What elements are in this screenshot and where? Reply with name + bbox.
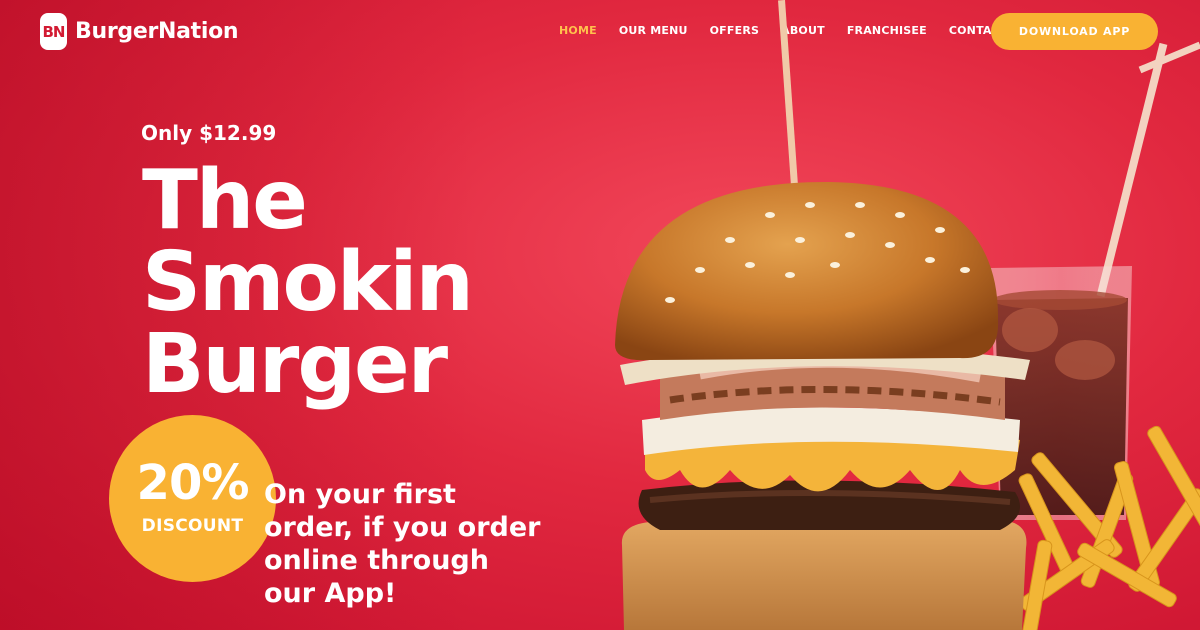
discount-value: 20%: [136, 455, 250, 511]
discount-label: DISCOUNT: [141, 516, 244, 536]
brand-logo[interactable]: BN BurgerNation: [40, 13, 239, 50]
headline-line: Smokin: [142, 235, 474, 330]
promo-line: On your first: [264, 479, 456, 510]
promo-line: online through: [264, 545, 489, 576]
promo-line: order, if you order: [264, 512, 541, 543]
logo-mark-icon: BN: [40, 13, 67, 50]
brand-name: BurgerNation: [75, 19, 239, 44]
price-tag: Only $12.99: [141, 121, 277, 145]
headline-line: Burger: [142, 317, 448, 412]
hero-section: BN BurgerNation HOME OUR MENU OFFERS ABO…: [0, 0, 1200, 630]
skewer-icon: [778, 0, 799, 200]
promo-text: On your first order, if you order online…: [264, 478, 564, 610]
promo-line: our App!: [264, 578, 397, 609]
burger-and-drink-image: [615, 0, 1200, 630]
hero-headline: The Smokin Burger: [142, 153, 474, 412]
discount-badge: 20% DISCOUNT: [109, 415, 276, 582]
headline-line: The: [142, 153, 308, 248]
